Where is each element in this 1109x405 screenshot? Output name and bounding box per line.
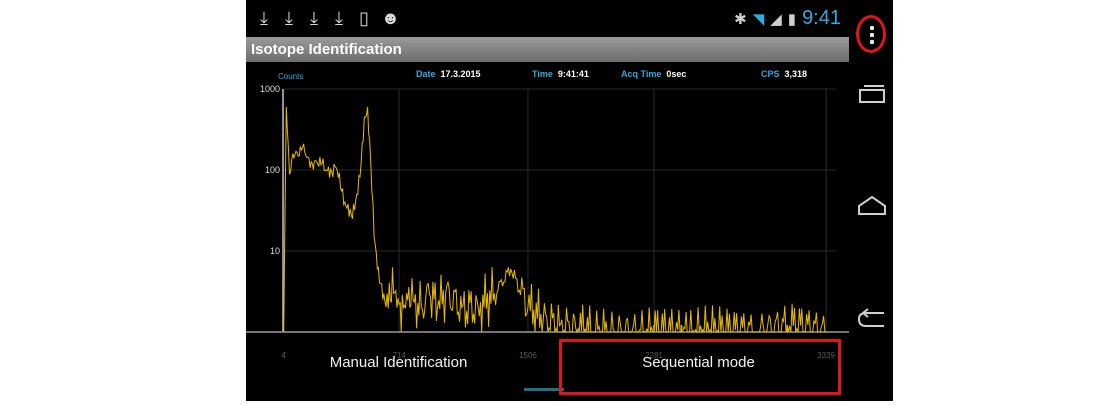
y-tick-label: 100 (265, 165, 280, 175)
status-time: 9:41 (802, 7, 841, 29)
y-tick-label: 1000 (260, 84, 280, 94)
download-icon: ⤓ (335, 8, 343, 28)
download-icon: ⤓ (285, 8, 293, 28)
sequential-mode-highlight (559, 339, 841, 395)
spectrum-chart[interactable]: 1000100104 714 1506 2281 3339 (246, 62, 849, 362)
bluetooth-icon: ✱ (734, 10, 747, 28)
manual-identification-button[interactable]: Manual Identification (286, 354, 511, 371)
overflow-menu-button[interactable] (856, 15, 886, 53)
sim-icon: ▯ (359, 8, 369, 28)
wifi-icon: ◥ (752, 10, 765, 28)
status-bar: ⤓ ⤓ ⤓ ⤓ ▯ ☻ ✱ ◥ ◢ ▮ 9:41 (246, 0, 849, 37)
home-button[interactable] (856, 192, 888, 220)
spectrum-panel: Counts Date 17.3.2015 Time 9:41:41 Acq Tim… (246, 62, 849, 362)
action-bar: Isotope Identification (246, 37, 849, 62)
home-icon (858, 195, 886, 215)
scroll-indicator (524, 388, 564, 391)
device-screen: ⤓ ⤓ ⤓ ⤓ ▯ ☻ ✱ ◥ ◢ ▮ 9:41 Isotope Identif… (246, 0, 893, 401)
download-icon: ⤓ (310, 8, 318, 28)
signal-icon: ◢ (770, 10, 782, 28)
spectrum-trace (283, 106, 827, 334)
y-tick-label: 10 (270, 246, 280, 256)
back-button[interactable] (856, 306, 888, 334)
recent-apps-icon (859, 89, 885, 103)
battery-icon: ▮ (787, 10, 797, 28)
download-icon: ⤓ (260, 8, 268, 28)
recent-apps-button[interactable] (856, 80, 888, 108)
android-icon: ☻ (381, 8, 400, 28)
page-title: Isotope Identification (251, 41, 402, 58)
back-icon (857, 308, 884, 327)
overflow-menu-icon (870, 26, 874, 47)
